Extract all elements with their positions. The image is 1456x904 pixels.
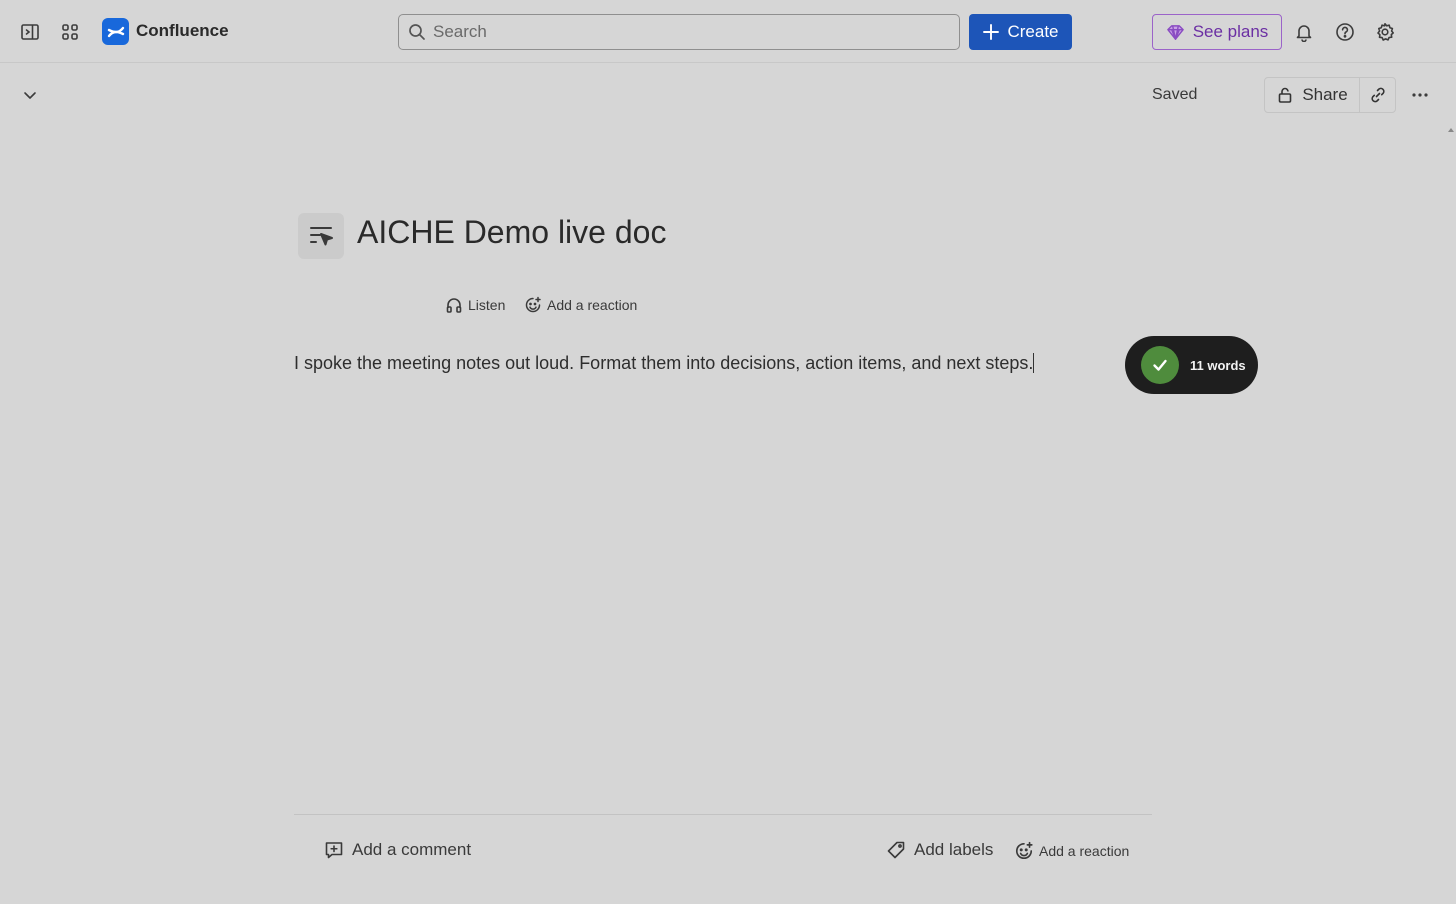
page-body-paragraph[interactable]: I spoke the meeting notes out loud. Form…: [294, 353, 1035, 374]
word-count: 11 words: [1190, 357, 1246, 373]
text-cursor: [1033, 353, 1035, 373]
share-button-group: Share: [1264, 77, 1396, 113]
listen-label: Listen: [468, 297, 506, 313]
headphones-icon: [446, 298, 462, 313]
share-button[interactable]: Share: [1265, 78, 1360, 112]
add-reaction-button-footer[interactable]: Add a reaction: [1014, 841, 1129, 861]
smiley-plus-icon: [1015, 841, 1033, 860]
see-plans-button[interactable]: See plans: [1152, 14, 1282, 50]
unlock-icon: [1279, 87, 1292, 103]
add-comment-label: Add a comment: [352, 840, 472, 859]
see-plans-label: See plans: [1192, 22, 1269, 41]
app-switcher-icon[interactable]: [55, 17, 85, 47]
page-title[interactable]: AICHE Demo live doc: [357, 214, 666, 251]
search-icon: [409, 24, 425, 40]
gear-icon[interactable]: [1370, 17, 1400, 47]
bell-icon[interactable]: [1289, 17, 1319, 47]
footer-divider: [294, 814, 1152, 815]
dictation-word-count-pill: 11 words: [1125, 336, 1258, 394]
share-button-label: Share: [1302, 85, 1348, 104]
link-icon: [1370, 87, 1385, 103]
add-labels-button[interactable]: Add labels: [886, 840, 993, 860]
confluence-logo-icon[interactable]: [102, 18, 129, 45]
copy-link-button[interactable]: [1360, 78, 1395, 112]
check-icon: [1141, 346, 1179, 384]
page-emoji-icon[interactable]: [298, 213, 344, 259]
diamond-icon: [1166, 24, 1184, 40]
smiley-plus-icon: [525, 296, 541, 313]
footer-add-reaction-label: Add a reaction: [1039, 843, 1130, 859]
create-button[interactable]: Create: [969, 14, 1072, 50]
listen-button[interactable]: Listen: [445, 296, 505, 314]
tag-icon: [887, 841, 905, 859]
body-text: I spoke the meeting notes out loud. Form…: [294, 353, 1034, 373]
sidebar-toggle-icon[interactable]: [15, 17, 45, 47]
search-input[interactable]: [433, 22, 933, 42]
create-button-label: Create: [1007, 22, 1059, 41]
save-status: Saved: [1152, 86, 1198, 103]
search-box[interactable]: [398, 14, 960, 50]
chevron-down-icon[interactable]: [15, 80, 45, 110]
add-labels-label: Add labels: [914, 840, 994, 859]
more-options-icon[interactable]: [1405, 80, 1435, 110]
app-window: Confluence Create See plans Saved S: [0, 0, 1456, 904]
add-reaction-button-header[interactable]: Add a reaction: [524, 296, 637, 314]
app-brand-name[interactable]: Confluence: [136, 21, 229, 41]
add-comment-button[interactable]: Add a comment: [324, 840, 471, 860]
plus-icon: [983, 24, 1000, 40]
comment-plus-icon: [325, 842, 343, 859]
scrollbar-up-arrow[interactable]: [1448, 128, 1454, 132]
help-icon[interactable]: [1330, 17, 1360, 47]
top-navigation: Confluence Create See plans: [0, 0, 1456, 63]
add-reaction-label: Add a reaction: [547, 297, 638, 313]
